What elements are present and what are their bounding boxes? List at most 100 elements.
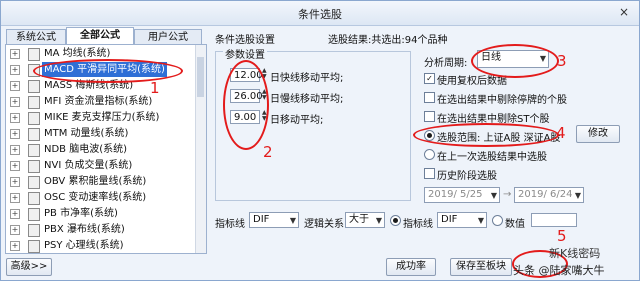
formula-icon	[28, 128, 40, 141]
close-button[interactable]: ×	[615, 4, 633, 20]
annotation-number-4: 4	[556, 124, 566, 142]
exclude-suspended-checkbox[interactable]	[424, 92, 435, 103]
list-item-label: PB 市净率(系统)	[44, 208, 118, 219]
exclude-suspended-label: 在选出结果中剔除停牌的个股	[437, 95, 567, 106]
chevron-down-icon: ▼	[477, 216, 484, 225]
history-stage-checkbox[interactable]	[424, 168, 435, 179]
tab-system-formulas[interactable]: 系统公式	[6, 29, 66, 45]
save-to-board-button[interactable]: 保存至板块	[450, 258, 512, 276]
advanced-button[interactable]: 高级>>	[6, 258, 52, 276]
expand-icon[interactable]: +	[10, 193, 20, 203]
list-item-label: NVI 负成交量(系统)	[44, 160, 133, 171]
compare-select-value: DIF	[441, 214, 458, 225]
indicator-select[interactable]: DIF ▼	[249, 212, 299, 228]
list-item-label: NDB 脑电波(系统)	[44, 144, 128, 155]
list-item[interactable]: + OSC 变动速率线(系统)	[6, 190, 196, 205]
list-scrollbar[interactable]	[195, 45, 206, 253]
tab-user-formulas[interactable]: 用户公式	[134, 29, 202, 45]
chevron-down-icon: ▼	[574, 191, 581, 200]
formula-icon	[28, 112, 40, 125]
expand-icon[interactable]: +	[10, 161, 20, 171]
date-from-value: 2019/ 5/25	[428, 189, 483, 200]
list-item-label: MIKE 麦克支撑压力(系统)	[44, 112, 160, 123]
expand-icon[interactable]: +	[10, 81, 20, 91]
slow-ma-label: 日慢线移动平均;	[270, 94, 344, 105]
scrollbar-thumb[interactable]	[197, 57, 204, 97]
date-range-arrow: →	[503, 189, 512, 200]
formula-icon	[28, 80, 40, 93]
list-item-label: OBV 累积能量线(系统)	[44, 176, 147, 187]
expand-icon[interactable]: +	[10, 97, 20, 107]
annotation-oval-4	[413, 123, 559, 147]
list-item[interactable]: + PSY 心理线(系统)	[6, 238, 196, 253]
annotation-oval-3	[471, 44, 559, 78]
list-item[interactable]: + NDB 脑电波(系统)	[6, 142, 196, 157]
period-label: 分析周期:	[424, 58, 468, 69]
logic-select[interactable]: 大于 ▼	[345, 212, 385, 228]
exclude-st-checkbox[interactable]	[424, 111, 435, 122]
condition-settings-header: 条件选股设置	[215, 35, 275, 46]
formula-icon	[28, 208, 40, 221]
use-adjusted-checkbox[interactable]: ✓	[424, 73, 435, 84]
annotation-number-2: 2	[263, 143, 273, 161]
annotation-number-1: 1	[150, 79, 160, 97]
chevron-down-icon: ▼	[289, 216, 296, 225]
compare-number-label: 数值	[505, 219, 525, 230]
formula-icon	[28, 144, 40, 157]
watermark-line1: 新K线密码	[549, 247, 601, 260]
compare-number-radio[interactable]	[492, 215, 503, 226]
expand-icon[interactable]: +	[10, 65, 20, 75]
prev-result-label: 在上一次选股结果中选股	[437, 152, 547, 163]
watermark-line2: 头条 @陆家嘴大牛	[513, 264, 605, 277]
formula-icon	[28, 176, 40, 189]
list-item[interactable]: + OBV 累积能量线(系统)	[6, 174, 196, 189]
date-to-value: 2019/ 6/24	[518, 189, 573, 200]
title-bar: 条件选股 ×	[1, 1, 639, 26]
date-to-picker[interactable]: 2019/ 6/24 ▼	[514, 187, 584, 203]
list-item[interactable]: + NVI 负成交量(系统)	[6, 158, 196, 173]
expand-icon[interactable]: +	[10, 241, 20, 251]
list-item[interactable]: + PB 市净率(系统)	[6, 206, 196, 221]
success-rate-button[interactable]: 成功率	[386, 258, 436, 276]
formula-icon	[28, 224, 40, 237]
expand-icon[interactable]: +	[10, 113, 20, 123]
annotation-oval-2	[223, 60, 269, 150]
formula-icon	[28, 48, 40, 61]
chevron-down-icon: ▼	[490, 191, 497, 200]
list-item-label: OSC 变动速率线(系统)	[44, 192, 147, 203]
window-title: 条件选股	[298, 8, 342, 21]
list-item-label: PBX 瀑布线(系统)	[44, 224, 125, 235]
logic-label: 逻辑关系	[304, 219, 344, 230]
compare-number-input[interactable]	[531, 213, 577, 227]
formula-icon	[28, 192, 40, 205]
formula-icon	[28, 240, 40, 253]
modify-scope-button[interactable]: 修改	[576, 125, 620, 143]
expand-icon[interactable]: +	[10, 145, 20, 155]
tab-all-formulas[interactable]: 全部公式	[66, 27, 134, 45]
annotation-number-3: 3	[557, 52, 567, 70]
indicator-line-label: 指标线	[215, 219, 245, 230]
list-item-label: MFI 资金流量指标(系统)	[44, 96, 153, 107]
compare-indicator-radio[interactable]	[390, 215, 401, 226]
expand-icon[interactable]: +	[10, 49, 20, 59]
expand-icon[interactable]: +	[10, 209, 20, 219]
expand-icon[interactable]: +	[10, 129, 20, 139]
list-item[interactable]: + MTM 动量线(系统)	[6, 126, 196, 141]
expand-icon[interactable]: +	[10, 177, 20, 187]
formula-icon	[28, 96, 40, 109]
signal-ma-label: 日移动平均;	[270, 115, 324, 126]
fast-ma-label: 日快线移动平均;	[270, 73, 344, 84]
expand-icon[interactable]: +	[10, 225, 20, 235]
date-from-picker[interactable]: 2019/ 5/25 ▼	[424, 187, 500, 203]
list-item-label: MTM 动量线(系统)	[44, 128, 129, 139]
list-item[interactable]: + MIKE 麦克支撑压力(系统)	[6, 110, 196, 125]
prev-result-radio[interactable]	[424, 149, 435, 160]
result-summary: 选股结果:共选出:94个品种	[328, 35, 448, 46]
list-item[interactable]: + MFI 资金流量指标(系统)	[6, 94, 196, 109]
formula-icon	[28, 160, 40, 173]
indicator-select-value: DIF	[253, 214, 270, 225]
list-item[interactable]: + PBX 瀑布线(系统)	[6, 222, 196, 237]
history-stage-label: 历史阶段选股	[437, 171, 497, 182]
logic-select-value: 大于	[349, 214, 369, 225]
compare-indicator-select[interactable]: DIF ▼	[437, 212, 487, 228]
